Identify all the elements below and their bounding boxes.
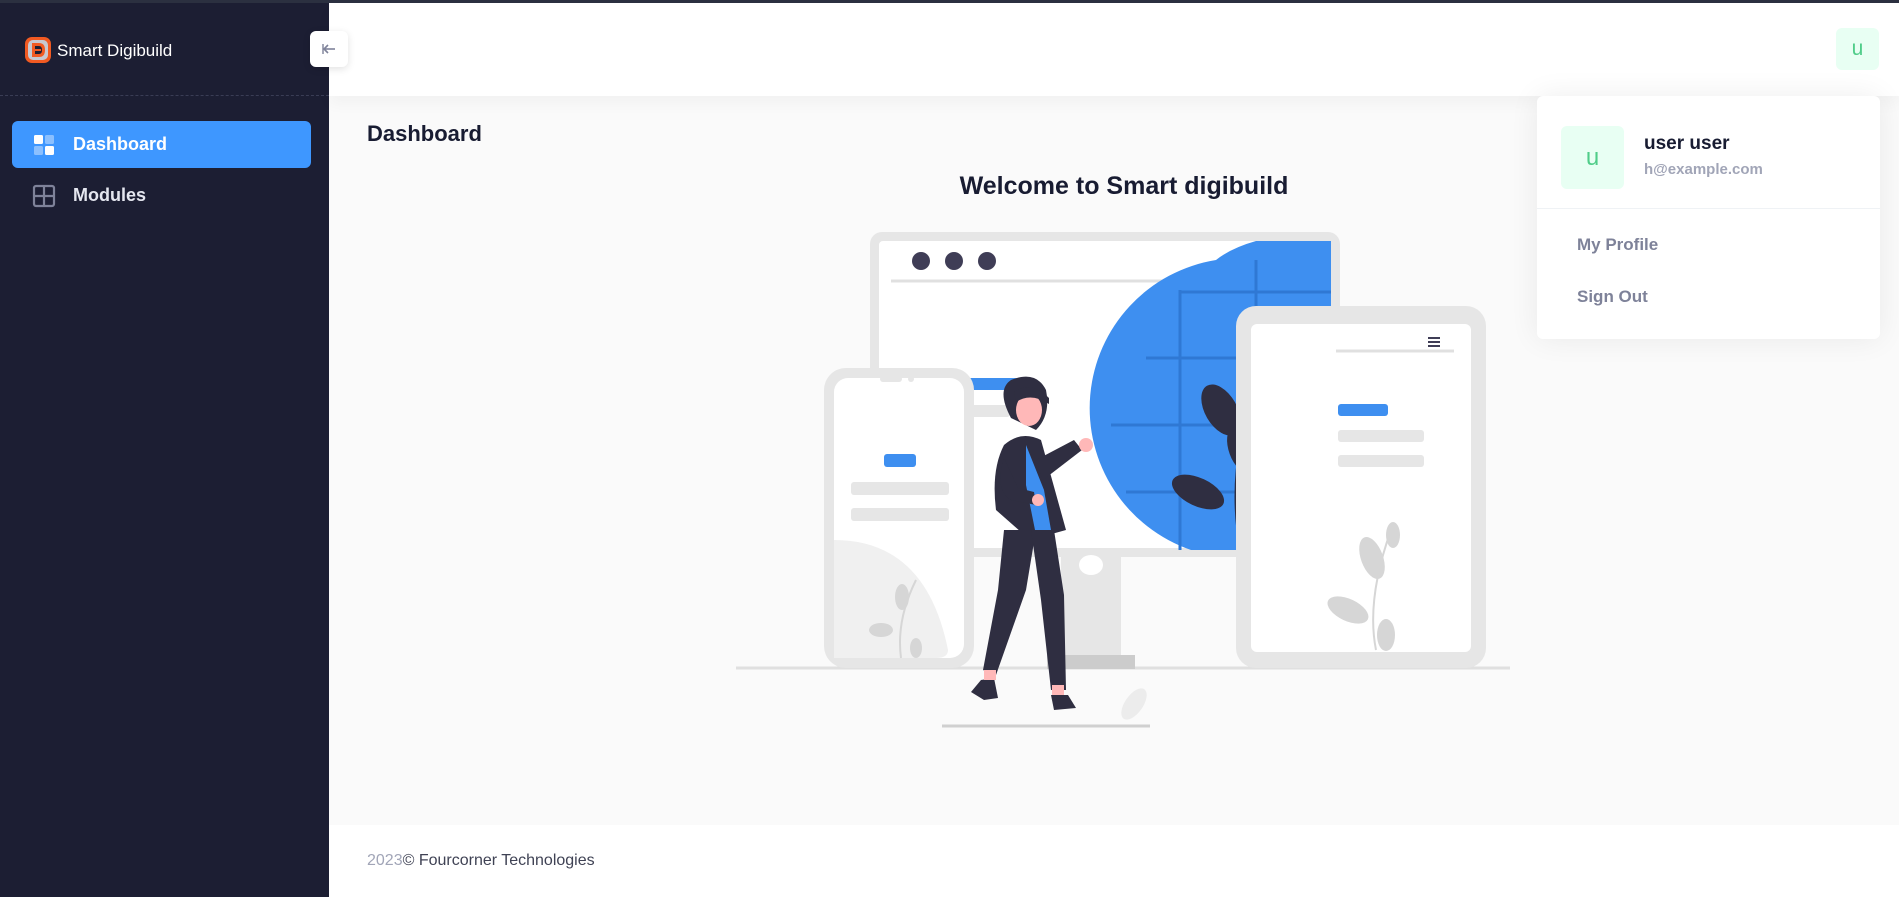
page-title: Dashboard (367, 121, 482, 146)
top-header (329, 3, 1899, 96)
sidebar-item-label: Dashboard (73, 134, 168, 154)
user-menu-avatar: u (1561, 126, 1624, 189)
sign-out-link[interactable]: Sign Out (1577, 287, 1648, 307)
sidebar: Smart Digibuild Dashboard Modules (0, 0, 329, 897)
sidebar-item-label: Modules (73, 185, 147, 205)
footer-company-link[interactable]: © Fourcorner Technologies (403, 852, 595, 869)
welcome-illustration (736, 232, 1510, 728)
footer-year: 2023 (367, 852, 403, 869)
brand: Smart Digibuild (0, 3, 329, 96)
welcome-heading: Welcome to Smart digibuild (959, 172, 1289, 200)
sidebar-toggle-button[interactable] (310, 31, 348, 67)
sidebar-item-modules[interactable]: Modules (12, 172, 311, 219)
my-profile-link[interactable]: My Profile (1577, 235, 1658, 255)
arrow-left-icon (322, 44, 335, 54)
sidebar-item-dashboard[interactable]: Dashboard (12, 121, 311, 168)
dashboard-icon (34, 134, 54, 155)
brand-logo-icon (25, 37, 51, 63)
grid-icon (32, 184, 56, 207)
user-name: user user (1644, 133, 1730, 154)
user-dropdown-menu: u user user h@example.com My Profile Sig… (1537, 96, 1880, 339)
window-top-border (0, 0, 1899, 3)
user-avatar-button[interactable]: u (1836, 28, 1879, 70)
user-email[interactable]: h@example.com (1644, 161, 1763, 178)
footer-copyright: 2023© Fourcorner Technologies (367, 852, 595, 870)
brand-name: Smart Digibuild (57, 41, 173, 60)
menu-separator (1537, 208, 1880, 209)
footer: 2023© Fourcorner Technologies (329, 825, 1899, 897)
